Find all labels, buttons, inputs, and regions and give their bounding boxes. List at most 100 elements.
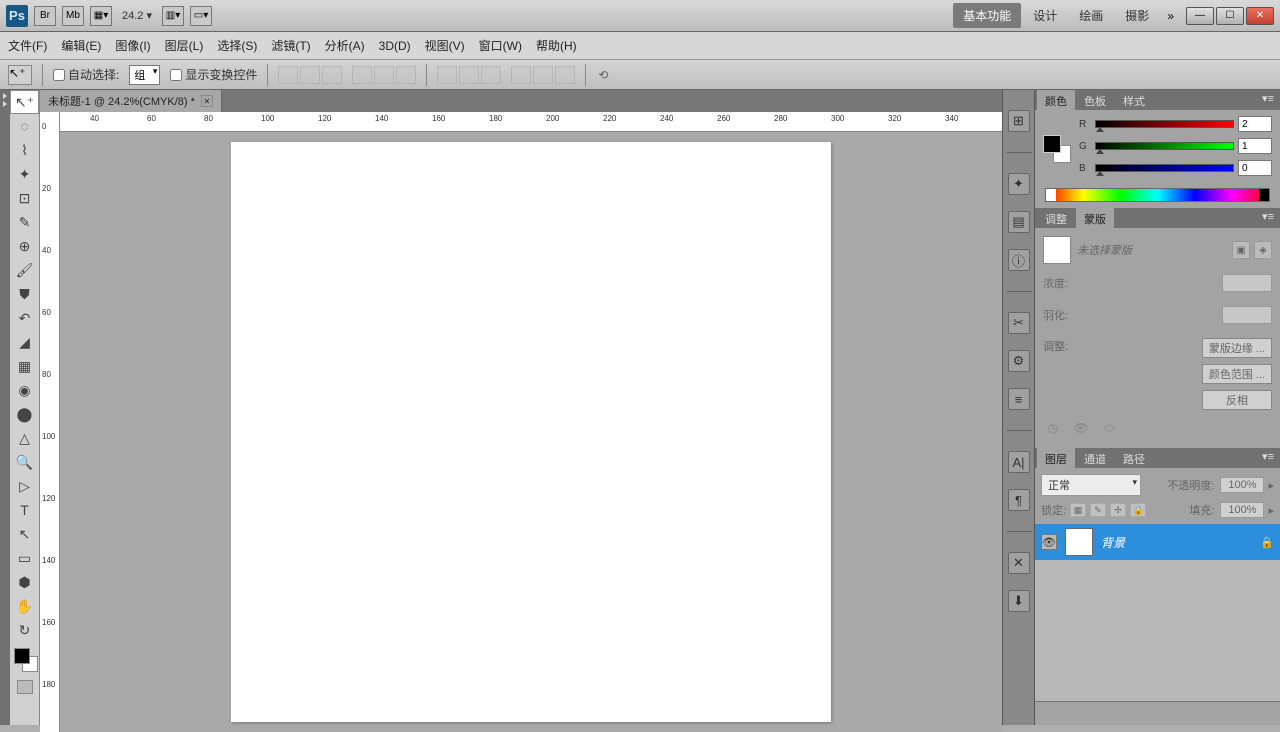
horizontal-ruler[interactable]: 4060801001201401601802002202402602803003…	[60, 112, 1002, 132]
menu-help[interactable]: 帮助(H)	[536, 37, 577, 54]
history-brush-tool[interactable]: ↶	[10, 306, 39, 330]
menu-filter[interactable]: 滤镜(T)	[271, 37, 310, 54]
mask-edge-button[interactable]: 蒙版边缘 ...	[1202, 338, 1272, 358]
menu-analysis[interactable]: 分析(A)	[325, 37, 365, 54]
view-extras-button[interactable]: ▦▾	[90, 6, 112, 26]
lock-pos-icon[interactable]: ✢	[1110, 503, 1126, 517]
stamp-tool[interactable]: ⛊	[10, 282, 39, 306]
workspace-essentials[interactable]: 基本功能	[953, 3, 1021, 28]
path-select-tool[interactable]: ▷	[10, 474, 39, 498]
para-icon[interactable]: ¶	[1008, 489, 1030, 511]
showcontrols-checkbox[interactable]: 显示变换控件	[170, 66, 257, 83]
zoom-level[interactable]: 24.2 ▾	[118, 9, 156, 22]
pen-tool[interactable]: △	[10, 426, 39, 450]
vector-mask-icon[interactable]: ◈	[1254, 241, 1272, 259]
menu-file[interactable]: 文件(F)	[8, 37, 47, 54]
foreground-swatch[interactable]	[14, 648, 30, 664]
mask-foot2-icon[interactable]: 👁	[1071, 420, 1091, 436]
adjust-tab[interactable]: 调整	[1037, 208, 1075, 228]
panel-menu-icon[interactable]: ▾≡	[1256, 90, 1280, 110]
channels-tab[interactable]: 通道	[1076, 448, 1114, 468]
canvas[interactable]	[231, 142, 831, 722]
healing-tool[interactable]: ⊕	[10, 234, 39, 258]
panel-menu-icon[interactable]: ▾≡	[1256, 448, 1280, 468]
canvas-area[interactable]	[60, 132, 1002, 732]
pixel-mask-icon[interactable]: ▣	[1232, 241, 1250, 259]
maximize-button[interactable]: ☐	[1216, 7, 1244, 25]
char-icon[interactable]: A|	[1008, 451, 1030, 473]
toolbox-collapse[interactable]	[0, 90, 10, 725]
arrange-button[interactable]: ▥▾	[162, 6, 184, 26]
mask-foot1-icon[interactable]: ◷	[1043, 420, 1063, 436]
tool1-icon[interactable]: ✂	[1008, 312, 1030, 334]
zoom-tool[interactable]: 🔍	[10, 450, 39, 474]
density-input[interactable]	[1222, 274, 1272, 292]
histogram-icon[interactable]: ⊞	[1008, 110, 1030, 132]
menu-select[interactable]: 选择(S)	[217, 37, 257, 54]
tool5-icon[interactable]: ⬇	[1008, 590, 1030, 612]
b-input[interactable]	[1238, 160, 1272, 176]
fill-input[interactable]: 100%	[1220, 502, 1264, 518]
tool4-icon[interactable]: ✕	[1008, 552, 1030, 574]
swatches-icon[interactable]: ▤	[1008, 211, 1030, 233]
3d-mode-icon[interactable]: ⟲	[596, 67, 610, 83]
layer-thumbnail[interactable]	[1065, 528, 1093, 556]
g-slider[interactable]	[1095, 142, 1234, 150]
magic-wand-tool[interactable]: ✦	[10, 162, 39, 186]
visibility-icon[interactable]: 👁	[1041, 534, 1057, 550]
workspace-design[interactable]: 设计	[1023, 3, 1067, 28]
b-slider[interactable]	[1095, 164, 1234, 172]
workspace-painting[interactable]: 绘画	[1069, 3, 1113, 28]
lock-trans-icon[interactable]: ▦	[1070, 503, 1086, 517]
feather-input[interactable]	[1222, 306, 1272, 324]
menu-layer[interactable]: 图层(L)	[165, 37, 204, 54]
autoselect-checkbox[interactable]: 自动选择:	[53, 66, 119, 83]
move-tool-indicator[interactable]: ↖⁺	[8, 65, 32, 85]
eraser-tool[interactable]: ◢	[10, 330, 39, 354]
minibridge-button[interactable]: Mb	[62, 6, 84, 26]
autoselect-target-select[interactable]: 组	[129, 65, 160, 85]
screenmode-button[interactable]: ▭▾	[190, 6, 212, 26]
layer-item[interactable]: 👁 背景 🔒	[1035, 524, 1280, 560]
bridge-button[interactable]: Br	[34, 6, 56, 26]
lasso-tool[interactable]: ⌇	[10, 138, 39, 162]
styles-tab[interactable]: 样式	[1115, 90, 1153, 110]
color-ramp[interactable]	[1045, 188, 1270, 202]
rotate-view-tool[interactable]: ↻	[10, 618, 39, 642]
menu-3d[interactable]: 3D(D)	[379, 39, 411, 53]
swatches-tab[interactable]: 色板	[1076, 90, 1114, 110]
navigator-icon[interactable]: ✦	[1008, 173, 1030, 195]
menu-edit[interactable]: 编辑(E)	[61, 37, 101, 54]
workspace-more-icon[interactable]: »	[1161, 9, 1180, 23]
layers-tab[interactable]: 图层	[1037, 448, 1075, 468]
blend-mode-select[interactable]: 正常	[1041, 474, 1141, 496]
invert-button[interactable]: 反相	[1202, 390, 1272, 410]
mask-foot3-icon[interactable]: ⬭	[1099, 420, 1119, 436]
info-icon[interactable]: ⓘ	[1008, 249, 1030, 271]
document-tab[interactable]: 未标题-1 @ 24.2%(CMYK/8) * ✕	[40, 90, 222, 112]
blur-tool[interactable]: ◉	[10, 378, 39, 402]
lock-pixels-icon[interactable]: ✎	[1090, 503, 1106, 517]
g-input[interactable]	[1238, 138, 1272, 154]
tool3-icon[interactable]: ≡	[1008, 388, 1030, 410]
align-top-icon[interactable]	[278, 66, 298, 84]
direct-select-tool[interactable]: ↖	[10, 522, 39, 546]
shape-tool[interactable]: ▭	[10, 546, 39, 570]
menu-window[interactable]: 窗口(W)	[479, 37, 522, 54]
brush-tool[interactable]: 🖌	[10, 258, 39, 282]
color-range-button[interactable]: 颜色范围 ...	[1202, 364, 1272, 384]
layer-name[interactable]: 背景	[1101, 534, 1125, 551]
quickmask-button[interactable]	[10, 676, 39, 698]
marquee-tool[interactable]: ◌	[10, 114, 39, 138]
menu-view[interactable]: 视图(V)	[425, 37, 465, 54]
panel-fg-swatch[interactable]	[1043, 135, 1061, 153]
close-tab-icon[interactable]: ✕	[201, 95, 213, 107]
lock-all-icon[interactable]: 🔒	[1130, 503, 1146, 517]
menu-image[interactable]: 图像(I)	[115, 37, 150, 54]
opacity-input[interactable]: 100%	[1220, 477, 1264, 493]
paths-tab[interactable]: 路径	[1115, 448, 1153, 468]
move-tool[interactable]: ↖⁺	[10, 90, 39, 114]
vertical-ruler[interactable]: 020406080100120140160180	[40, 112, 60, 732]
color-swatches[interactable]	[10, 646, 39, 676]
type-tool[interactable]: T	[10, 498, 39, 522]
